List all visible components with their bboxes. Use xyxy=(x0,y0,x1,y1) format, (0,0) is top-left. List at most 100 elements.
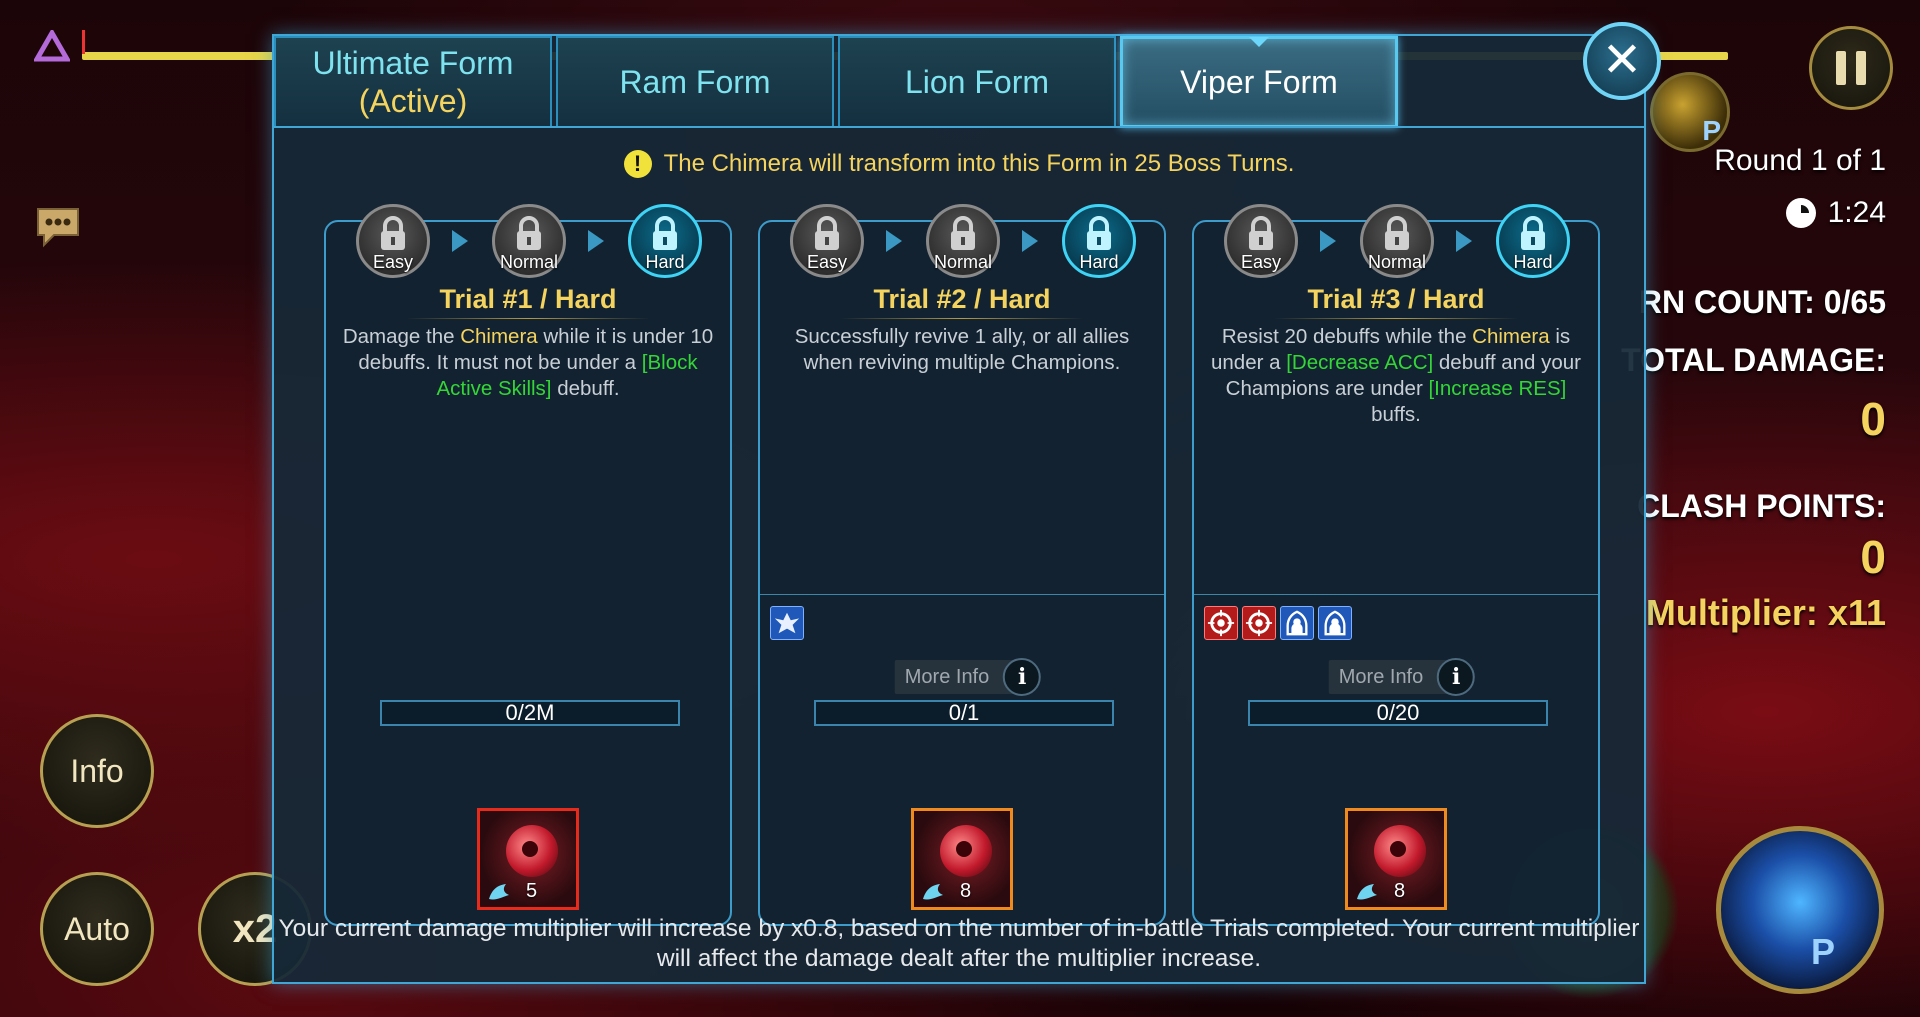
arrow-right-icon xyxy=(1320,230,1336,252)
trial-progress-bar: 0/2M xyxy=(380,700,680,726)
multiplier-footer-text: Your current damage multiplier will incr… xyxy=(278,915,1640,972)
trial-panel-1: Easy Normal Hard Trial #1 / Hard Damage th… xyxy=(324,204,732,926)
trial-panel-3: Easy Normal Hard Trial #3 / Hard Resist 20… xyxy=(1192,204,1600,926)
description-segment: Resist 20 debuffs while the xyxy=(1221,325,1473,348)
description-segment: Chimera xyxy=(460,325,538,348)
tab-viper-form[interactable]: Viper Form xyxy=(1120,36,1398,128)
clash-points-label: CLASH POINTS: xyxy=(1637,488,1886,524)
info-icon: i xyxy=(1003,658,1042,696)
trial-description: Damage the Chimera while it is under 10 … xyxy=(338,324,718,402)
description-segment: [Increase RES] xyxy=(1428,377,1567,400)
effects-row xyxy=(1204,606,1352,640)
round-counter: Round 1 of 1 xyxy=(1714,144,1886,177)
difficulty-normal-button[interactable]: Normal xyxy=(926,204,1000,278)
trials-modal: Ultimate Form (Active) Ram Form Lion For… xyxy=(272,34,1646,984)
tab-lion-form[interactable]: Lion Form xyxy=(838,36,1116,128)
reward-count: 8 xyxy=(960,880,972,902)
decrease-acc-icon[interactable] xyxy=(1242,606,1276,640)
chat-icon[interactable] xyxy=(34,205,82,249)
difficulty-easy-button[interactable]: Easy xyxy=(1224,204,1298,278)
more-info-button[interactable]: More Info i xyxy=(894,658,1042,696)
pause-icon-bar xyxy=(1836,51,1846,85)
trial-progress-bar: 0/20 xyxy=(1248,700,1548,726)
info-icon: i xyxy=(1437,658,1476,696)
arrow-right-icon xyxy=(452,230,468,252)
trial-description: Resist 20 debuffs while the Chimera is u… xyxy=(1206,324,1586,428)
description-segment: [Decrease ACC] xyxy=(1286,351,1434,374)
difficulty-row: Easy Normal Hard xyxy=(790,204,1138,288)
timer-value: 1:24 xyxy=(1827,196,1886,229)
difficulty-label: Hard xyxy=(645,252,685,272)
damage-multiplier: Multiplier: x11 xyxy=(1645,592,1886,633)
difficulty-hard-button[interactable]: Hard xyxy=(628,204,702,278)
reward-count: 5 xyxy=(526,880,538,902)
decrease-acc-icon[interactable] xyxy=(1204,606,1238,640)
clock-icon xyxy=(1785,198,1816,228)
difficulty-easy-button[interactable]: Easy xyxy=(790,204,864,278)
arrow-right-icon xyxy=(1022,230,1038,252)
form-tabs: Ultimate Form (Active) Ram Form Lion For… xyxy=(274,36,1402,128)
more-info-button[interactable]: More Info i xyxy=(1328,658,1476,696)
reward-item[interactable]: 8 xyxy=(911,808,1013,910)
difficulty-easy-button[interactable]: Easy xyxy=(356,204,430,278)
arrow-right-icon xyxy=(588,230,604,252)
trial-panel-2: Easy Normal Hard Trial #2 / Hard Successfu… xyxy=(758,204,1166,926)
total-damage-value: 0 xyxy=(1860,393,1886,445)
auto-button[interactable]: Auto xyxy=(40,872,154,986)
shard-icon xyxy=(923,884,943,900)
difficulty-row: Easy Normal Hard xyxy=(1224,204,1572,288)
difficulty-row: Easy Normal Hard xyxy=(356,204,704,288)
title-divider xyxy=(840,318,1084,319)
champion-portrait[interactable]: P xyxy=(1716,826,1884,994)
title-divider xyxy=(1274,318,1518,319)
notice-text: The Chimera will transform into this For… xyxy=(663,150,1295,177)
tabs-divider xyxy=(274,126,1644,128)
increase-res-icon[interactable] xyxy=(1280,606,1314,640)
clash-points-value: 0 xyxy=(1860,531,1886,583)
reward-item[interactable]: 5 xyxy=(477,808,579,910)
tab-label: Ultimate Form xyxy=(312,44,514,81)
difficulty-normal-button[interactable]: Normal xyxy=(1360,204,1434,278)
title-divider xyxy=(406,318,650,319)
difficulty-label: Easy xyxy=(806,252,848,272)
tab-ram-form[interactable]: Ram Form xyxy=(556,36,834,128)
revive-icon[interactable] xyxy=(770,606,804,640)
portrait-badge: P xyxy=(1702,115,1721,146)
boss-portrait[interactable]: P xyxy=(1650,72,1730,152)
difficulty-label: Easy xyxy=(1240,252,1282,272)
tab-ultimate-form[interactable]: Ultimate Form (Active) xyxy=(274,36,552,128)
difficulty-label: Normal xyxy=(1367,252,1426,272)
difficulty-hard-button[interactable]: Hard xyxy=(1062,204,1136,278)
chimera-eye-icon xyxy=(1374,825,1426,877)
pause-button[interactable] xyxy=(1809,26,1893,110)
battle-timer: 1:24 xyxy=(1785,196,1886,230)
trial-title: Trial #1 / Hard xyxy=(439,284,617,314)
panel-divider xyxy=(760,594,1164,595)
portrait-badge: P xyxy=(1810,931,1835,972)
difficulty-label: Normal xyxy=(933,252,992,272)
arrow-right-icon xyxy=(886,230,902,252)
description-segment: Damage the xyxy=(342,325,461,348)
description-segment: debuff. xyxy=(551,377,620,400)
chimera-eye-icon xyxy=(506,825,558,877)
trial-title: Trial #3 / Hard xyxy=(1307,284,1485,314)
transform-notice: ! The Chimera will transform into this F… xyxy=(274,150,1644,178)
turn-count: RN COUNT: 0/65 xyxy=(1638,284,1886,320)
tab-active-label: (Active) xyxy=(358,83,468,119)
arrow-right-icon xyxy=(1456,230,1472,252)
difficulty-normal-button[interactable]: Normal xyxy=(492,204,566,278)
shard-icon xyxy=(1357,884,1377,900)
more-info-label: More Info xyxy=(1338,665,1424,688)
panel-divider xyxy=(1194,594,1598,595)
description-segment: Chimera xyxy=(1472,325,1550,348)
reward-item[interactable]: 8 xyxy=(1345,808,1447,910)
increase-res-icon[interactable] xyxy=(1318,606,1352,640)
info-button[interactable]: Info xyxy=(40,714,154,828)
difficulty-hard-button[interactable]: Hard xyxy=(1496,204,1570,278)
reward-count: 8 xyxy=(1394,880,1406,902)
close-button[interactable]: ✕ xyxy=(1583,22,1661,100)
difficulty-label: Hard xyxy=(1513,252,1553,272)
more-info-label: More Info xyxy=(904,665,990,688)
health-bar-marker xyxy=(82,30,85,54)
description-segment: Successfully revive 1 ally, or all allie… xyxy=(794,325,1130,374)
